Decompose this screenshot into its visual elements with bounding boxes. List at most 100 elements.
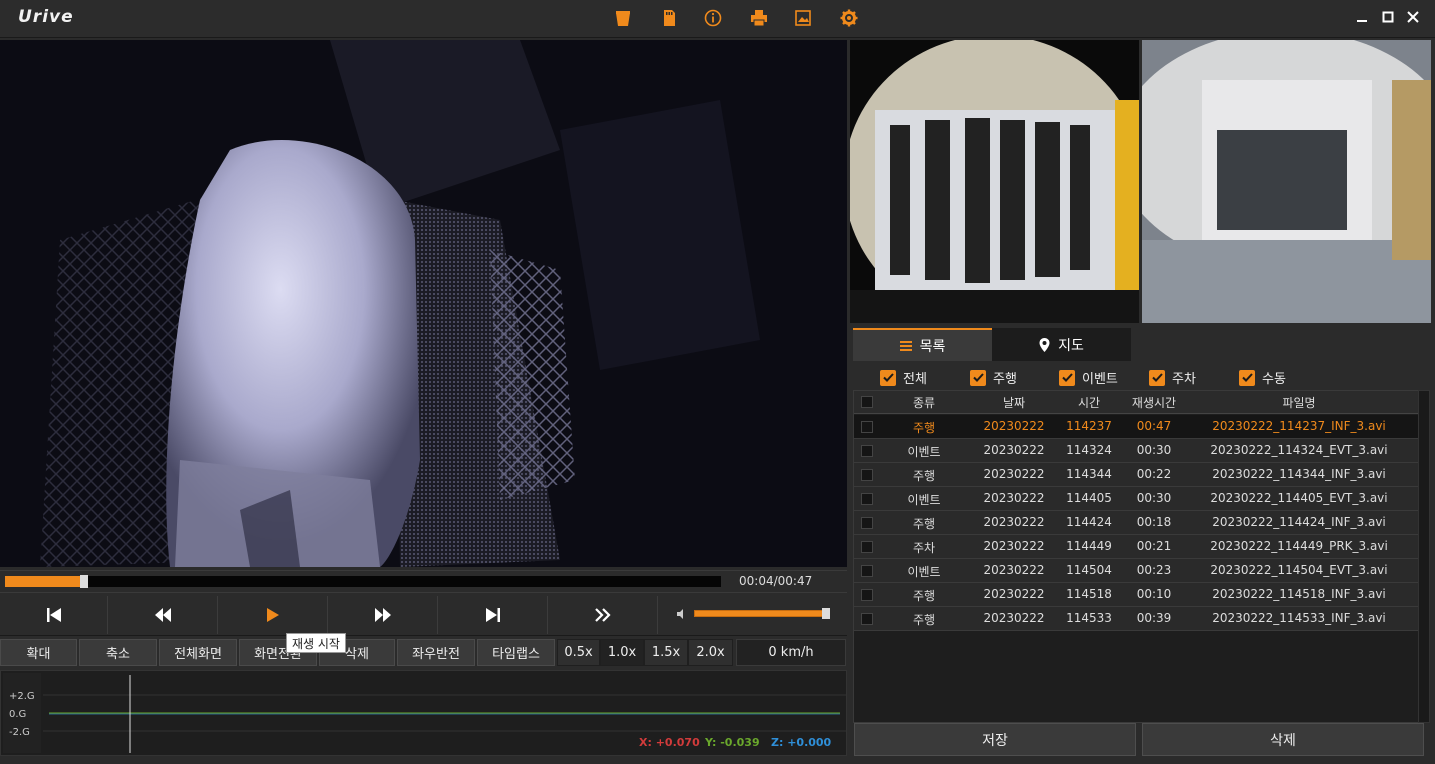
image-export-icon[interactable]	[793, 8, 813, 28]
progress-bar[interactable]	[5, 575, 721, 588]
row-checkbox[interactable]	[861, 469, 873, 481]
cell-type: 주차	[912, 541, 936, 555]
speed-0-5x[interactable]: 0.5x	[557, 639, 600, 666]
header-filename: 파일명	[1282, 396, 1316, 410]
filter-parking-label: 주차	[1172, 372, 1196, 387]
gsensor-axis-labels: +2.G 0.G -2.G	[3, 673, 41, 753]
file-list-panel: 목록 지도 전체 주행 이벤트 주차 수동 종류 날짜 시간 재생시간 파일명 …	[850, 323, 1435, 764]
volume-slider[interactable]	[694, 610, 826, 617]
table-row[interactable]: 주행 20230222 114344 00:22 20230222_114344_INF…	[854, 463, 1419, 487]
table-row[interactable]: 이벤트 20230222 114324 00:30 20230222_114324_EV…	[854, 439, 1419, 463]
table-row[interactable]: 이벤트 20230222 114504 00:23 20230222_114504_EV…	[854, 559, 1419, 583]
cell-filename: 20230222_114405_EVT_3.avi	[1210, 491, 1388, 505]
row-checkbox[interactable]	[861, 421, 873, 433]
filter-parking[interactable]: 주차	[1149, 368, 1196, 387]
cell-filename: 20230222_114324_EVT_3.avi	[1210, 443, 1388, 457]
speed-1-5x[interactable]: 1.5x	[644, 639, 688, 666]
row-checkbox[interactable]	[861, 613, 873, 625]
rear-camera-view[interactable]	[1142, 40, 1431, 323]
video-frame-image	[0, 40, 847, 567]
save-button[interactable]: 저장	[854, 723, 1136, 756]
table-row[interactable]: 주행 20230222 114424 00:18 20230222_114424_INF…	[854, 511, 1419, 535]
play-button[interactable]	[218, 596, 328, 634]
tab-map-label: 지도	[1058, 337, 1084, 354]
filter-event[interactable]: 이벤트	[1059, 368, 1118, 387]
cell-duration: 00:22	[1136, 467, 1172, 481]
delete-button[interactable]: 삭제	[1142, 723, 1424, 756]
cell-duration: 00:21	[1136, 539, 1172, 553]
cell-filename: 20230222_114237_INF_3.avi	[1212, 419, 1386, 433]
filter-manual[interactable]: 수동	[1239, 368, 1286, 387]
cell-time: 114504	[1066, 563, 1112, 577]
zoom-out-button[interactable]: 축소	[79, 639, 157, 666]
table-row[interactable]: 주행 20230222 114533 00:39 20230222_114533_INF…	[854, 607, 1419, 631]
speed-1-0x[interactable]: 1.0x	[600, 639, 644, 666]
tab-list[interactable]: 목록	[853, 328, 992, 361]
step-forward-button[interactable]	[548, 596, 658, 634]
cell-filename: 20230222_114449_PRK_3.avi	[1210, 539, 1388, 553]
function-button-row: 확대 축소 전체화면 화면전환 삭제 좌우반전 타임랩스 0.5x 1.0x 1…	[0, 639, 847, 667]
tab-map[interactable]: 지도	[992, 328, 1131, 361]
settings-gear-icon[interactable]	[839, 8, 859, 28]
row-checkbox[interactable]	[861, 493, 873, 505]
cell-date: 20230222	[983, 611, 1045, 625]
fullscreen-button[interactable]: 전체화면	[159, 639, 237, 666]
checkbox-checked-icon	[970, 369, 986, 386]
fast-forward-button[interactable]	[328, 596, 438, 634]
front-camera-view[interactable]	[850, 40, 1139, 323]
timelapse-button[interactable]: 타임랩스	[477, 639, 555, 666]
cell-type: 주행	[912, 421, 936, 435]
close-button[interactable]	[1404, 8, 1422, 26]
table-scrollbar[interactable]	[1418, 390, 1430, 723]
table-header: 종류 날짜 시간 재생시간 파일명	[854, 391, 1419, 414]
row-checkbox[interactable]	[861, 445, 873, 457]
sd-card-icon[interactable]	[659, 8, 679, 28]
folder-icon[interactable]	[613, 8, 633, 28]
rear-camera-image	[1142, 40, 1431, 323]
cell-date: 20230222	[983, 443, 1045, 457]
table-row[interactable]: 이벤트 20230222 114405 00:30 20230222_114405_EV…	[854, 487, 1419, 511]
info-icon[interactable]	[703, 8, 723, 28]
speaker-icon[interactable]	[676, 608, 688, 620]
speed-2-0x[interactable]: 2.0x	[688, 639, 733, 666]
table-row[interactable]: 주행 20230222 114237 00:47 20230222_114237_INF…	[854, 415, 1419, 439]
row-checkbox[interactable]	[861, 589, 873, 601]
volume-handle[interactable]	[822, 608, 830, 619]
cell-duration: 00:10	[1136, 587, 1172, 601]
zoom-in-button[interactable]: 확대	[0, 639, 77, 666]
minimize-button[interactable]	[1353, 8, 1371, 26]
mirror-button[interactable]: 좌우반전	[397, 639, 475, 666]
filter-all[interactable]: 전체	[880, 368, 927, 387]
print-icon[interactable]	[749, 8, 769, 28]
cell-filename: 20230222_114518_INF_3.avi	[1212, 587, 1386, 601]
cell-filename: 20230222_114424_INF_3.avi	[1212, 515, 1386, 529]
filter-all-label: 전체	[903, 372, 927, 387]
maximize-button[interactable]	[1379, 8, 1397, 26]
cell-type: 주행	[912, 469, 936, 483]
table-row[interactable]: 주행 20230222 114518 00:10 20230222_114518_INF…	[854, 583, 1419, 607]
header-duration: 재생시간	[1131, 396, 1177, 410]
rewind-button[interactable]	[108, 596, 218, 634]
gsensor-z-value: Z: +0.000	[771, 736, 832, 749]
cell-duration: 00:23	[1136, 563, 1172, 577]
playback-controls	[0, 596, 847, 636]
progress-handle[interactable]	[80, 575, 89, 588]
fast-forward-icon	[374, 608, 391, 622]
row-checkbox[interactable]	[861, 517, 873, 529]
progress-bar-area: 00:04/00:47	[0, 570, 847, 593]
tab-list-label: 목록	[919, 338, 946, 355]
next-file-button[interactable]	[438, 596, 548, 634]
cell-duration: 00:18	[1136, 515, 1172, 529]
cell-time: 114518	[1066, 587, 1112, 601]
filter-driving[interactable]: 주행	[970, 368, 1017, 387]
prev-file-button[interactable]	[0, 596, 108, 634]
row-checkbox[interactable]	[861, 565, 873, 577]
row-checkbox[interactable]	[861, 541, 873, 553]
cell-duration: 00:39	[1136, 611, 1172, 625]
select-all-checkbox[interactable]	[861, 396, 873, 408]
cell-time: 114324	[1066, 443, 1112, 457]
cell-type: 이벤트	[907, 565, 941, 579]
table-row[interactable]: 주차 20230222 114449 00:21 20230222_114449_PRK…	[854, 535, 1419, 559]
main-video-view[interactable]	[0, 40, 847, 567]
cell-date: 20230222	[983, 587, 1045, 601]
